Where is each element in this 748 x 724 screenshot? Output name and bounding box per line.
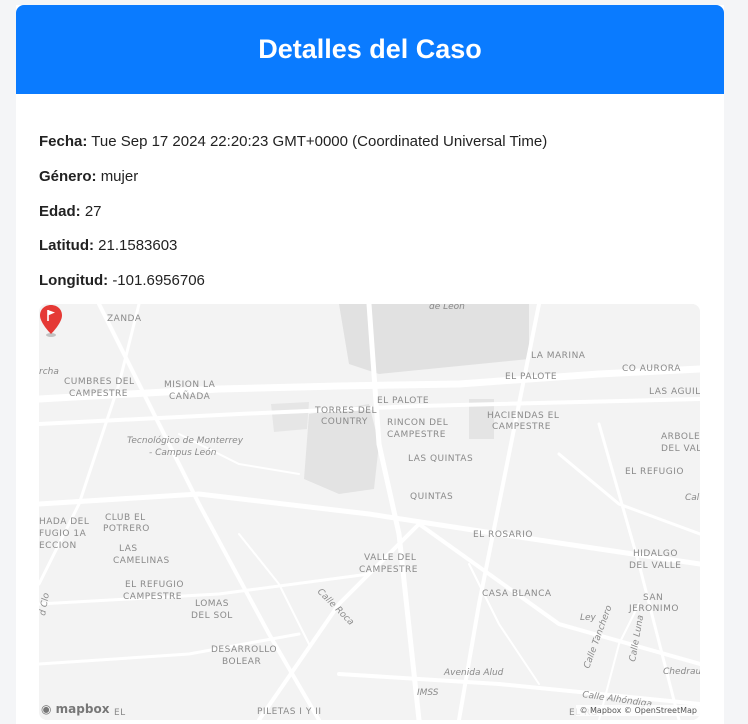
map-label: BOLEAR — [222, 657, 261, 667]
map-label: LA MARINA — [531, 351, 586, 361]
page-title: Detalles del Caso — [258, 34, 482, 64]
map-label: PILETAS I Y II — [257, 707, 322, 717]
mapbox-logo-icon: ◉ — [41, 702, 52, 716]
map-label: CAMPESTRE — [69, 389, 128, 399]
map-label: de León — [429, 304, 465, 312]
map-label: EL REFUGIO — [625, 467, 684, 477]
map-label: CAMELINAS — [113, 556, 170, 566]
map-label: CAMPESTRE — [492, 422, 551, 432]
map-label: HACIENDAS EL — [487, 411, 559, 421]
map-label: ZANDA — [107, 314, 142, 324]
map-label: RINCON DEL — [387, 418, 448, 428]
map-label: - Campus León — [149, 447, 217, 458]
fecha-row: Fecha: Tue Sep 17 2024 22:20:23 GMT+0000… — [39, 133, 547, 150]
map-label: CAMPESTRE — [359, 565, 418, 575]
genero-label: Género: — [39, 168, 97, 185]
longitud-value: -101.6956706 — [112, 272, 205, 289]
map-label: DEL SOL — [191, 611, 233, 621]
map-label: TORRES DEL — [314, 406, 377, 416]
edad-row: Edad: 27 — [39, 203, 102, 220]
map-label: Chedrau — [663, 667, 700, 677]
latitud-label: Latitud: — [39, 237, 94, 254]
map-label: SAN — [643, 593, 663, 603]
map-label: Avenida Alud — [443, 668, 504, 678]
map-label: CASA BLANCA — [482, 589, 552, 599]
map-label: CLUB EL — [105, 513, 146, 523]
fecha-label: Fecha: — [39, 133, 88, 150]
map-label: JERONIMO — [628, 604, 679, 614]
genero-row: Género: mujer — [39, 168, 138, 185]
map-label: EL PALOTE — [377, 396, 429, 406]
map-label: LAS AGUILA — [649, 387, 700, 397]
longitud-row: Longitud: -101.6956706 — [39, 272, 205, 289]
map-label: DEL VAL — [661, 444, 700, 454]
map-label: CAÑADA — [169, 391, 211, 402]
location-pin-icon[interactable] — [39, 304, 63, 338]
latitud-row: Latitud: 21.1583603 — [39, 237, 177, 254]
edad-label: Edad: — [39, 203, 81, 220]
map-label: DESARROLLO — [211, 645, 277, 655]
map-label: LOMAS — [195, 599, 229, 609]
map-label: CAMPESTRE — [123, 592, 182, 602]
map-label: Ley — [580, 613, 597, 623]
map-tiles: ZANDA de León LA MARINA CO AURORA EL PAL… — [39, 304, 700, 720]
map-label: DEL VALLE — [629, 561, 681, 571]
map-label: Cal — [685, 493, 700, 503]
map-label: Tecnológico de Monterrey — [127, 435, 244, 446]
longitud-label: Longitud: — [39, 272, 109, 289]
map-label: EL PALOTE — [505, 372, 557, 382]
edad-value: 27 — [84, 203, 102, 220]
map-label: CAMPESTRE — [387, 430, 446, 440]
map-attribution[interactable]: © Mapbox © OpenStreetMap — [576, 705, 700, 716]
map-label: VALLE DEL — [364, 553, 416, 563]
map-label: QUINTAS — [410, 492, 453, 502]
map-label: EL ROSARIO — [473, 530, 533, 540]
header-bar: Detalles del Caso — [16, 5, 724, 94]
map-label: IMSS — [417, 688, 439, 698]
latitud-value: 21.1583603 — [98, 237, 178, 254]
map-label: POTRERO — [103, 524, 150, 534]
genero-value: mujer — [100, 168, 139, 185]
map-label: COUNTRY — [321, 417, 368, 427]
map-label: MISION LA — [164, 380, 216, 390]
map-label: LAS — [119, 544, 138, 554]
map-label: rcha — [39, 367, 59, 377]
map-label: ECCION — [39, 541, 77, 551]
map-label: CO AURORA — [622, 364, 681, 374]
map-label: EL — [114, 708, 126, 718]
mapbox-logo-text: mapbox — [55, 702, 110, 716]
map-label: CUMBRES DEL — [64, 377, 134, 387]
map-label: EL REFUGIO — [125, 580, 184, 590]
map-label: LAS QUINTAS — [408, 454, 473, 464]
map-label: ARBOLE — [661, 432, 700, 442]
map-label: HIDALGO — [633, 549, 678, 559]
fecha-value: Tue Sep 17 2024 22:20:23 GMT+0000 (Coord… — [91, 133, 548, 150]
mapbox-logo[interactable]: ◉ mapbox — [41, 702, 109, 716]
map-label: HADA DEL — [39, 517, 89, 527]
map-label: FUGIO 1A — [39, 529, 87, 539]
location-map[interactable]: ZANDA de León LA MARINA CO AURORA EL PAL… — [39, 304, 700, 720]
